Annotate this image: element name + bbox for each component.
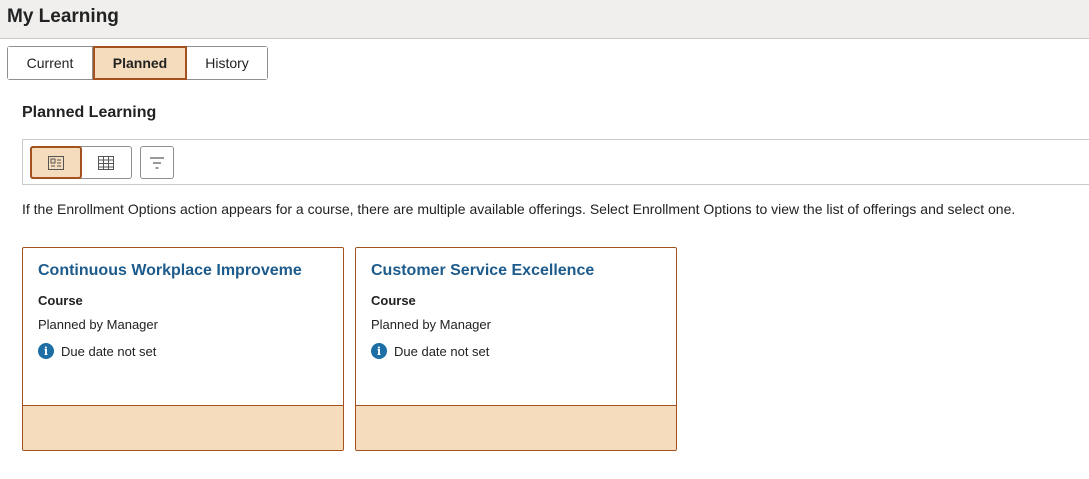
card-footer (23, 405, 343, 450)
card-view-icon (47, 155, 64, 170)
grid-view-icon (98, 155, 115, 170)
card-type: Course (371, 293, 416, 308)
tab-current[interactable]: Current (8, 47, 93, 79)
card-due-text: Due date not set (61, 343, 157, 359)
section-title: Planned Learning (22, 104, 157, 121)
toolbar (22, 139, 1089, 185)
card-title-link[interactable]: Customer Service Excellence (371, 262, 666, 280)
info-icon: i (371, 343, 387, 359)
page-title: My Learning (7, 6, 119, 27)
tab-history[interactable]: History (187, 47, 267, 79)
enrollment-info-text: If the Enrollment Options action appears… (22, 201, 1016, 217)
filter-icon (150, 156, 164, 169)
learning-card[interactable]: Customer Service Excellence Course Plann… (355, 247, 677, 451)
info-icon: i (38, 343, 54, 359)
learning-card[interactable]: Continuous Workplace Improveme Course Pl… (22, 247, 344, 451)
card-title-link[interactable]: Continuous Workplace Improveme (38, 262, 333, 280)
card-due-date: i Due date not set (38, 343, 156, 359)
card-planned-by: Planned by Manager (371, 317, 491, 332)
grid-view-button[interactable] (82, 147, 131, 178)
card-view-button[interactable] (30, 146, 82, 179)
tab-planned[interactable]: Planned (93, 46, 187, 80)
view-toggle (30, 146, 132, 179)
card-footer (356, 405, 676, 450)
page-header: My Learning (0, 0, 1089, 39)
card-due-text: Due date not set (394, 343, 490, 359)
tab-bar: Current Planned History (7, 46, 268, 80)
card-due-date: i Due date not set (371, 343, 489, 359)
card-planned-by: Planned by Manager (38, 317, 158, 332)
filter-button[interactable] (140, 146, 174, 179)
card-type: Course (38, 293, 83, 308)
